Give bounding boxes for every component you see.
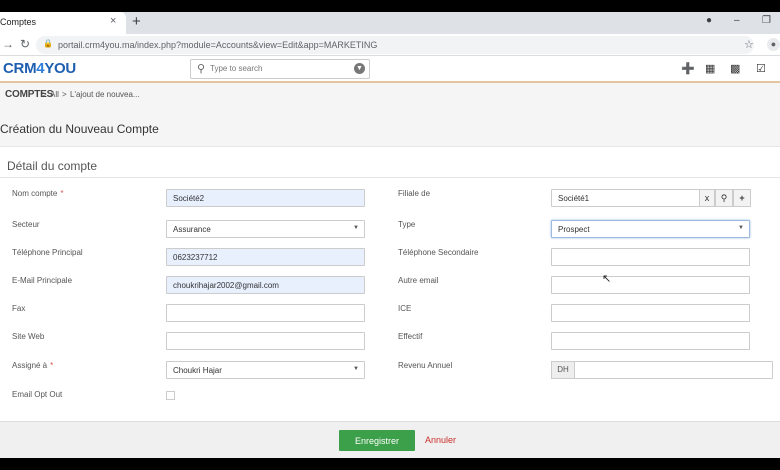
user-icon[interactable]: ● (767, 38, 780, 51)
browser-toolbar: → ↻ 🔒 portail.crm4you.ma/index.php?modul… (0, 34, 780, 56)
nom-compte-input[interactable]: Société2 (166, 189, 365, 207)
search-icon: ⚲ (720, 193, 728, 203)
address-bar[interactable]: 🔒 portail.crm4you.ma/index.php?module=Ac… (36, 36, 754, 54)
type-value: Prospect (558, 225, 590, 234)
secteur-value: Assurance (173, 225, 211, 234)
assigne-label: Assigné à * (12, 361, 54, 370)
search-filiale-button[interactable]: ⚲ (715, 189, 733, 207)
browser-tab[interactable]: Comptes × (0, 12, 126, 34)
type-label: Type (398, 220, 416, 229)
site-web-input[interactable] (166, 332, 365, 350)
tel-principal-value: 0623237712 (173, 253, 218, 262)
save-button[interactable]: Enregistrer (339, 430, 415, 451)
assigne-value: Choukri Hajar (173, 366, 222, 375)
filiale-label: Filiale de (398, 189, 431, 198)
bar-chart-icon[interactable]: ▩ (730, 62, 740, 75)
back-arrow-icon[interactable]: → (2, 37, 14, 51)
site-web-label: Site Web (12, 332, 45, 341)
restore-icon[interactable]: ❐ (762, 15, 771, 26)
tel-principal-label: Téléphone Principal (12, 248, 83, 257)
secteur-select[interactable]: Assurance ▼ (166, 220, 365, 238)
cancel-link[interactable]: Annuler (425, 435, 456, 445)
nom-compte-label: Nom compte * (12, 189, 64, 198)
calendar-icon[interactable]: ▦ (705, 62, 715, 75)
tel-principal-input[interactable]: 0623237712 (166, 248, 365, 266)
search-input[interactable] (210, 64, 350, 73)
logo-text-you: YOU (44, 60, 76, 77)
email-principale-value: choukrihajar2002@gmail.com (173, 281, 279, 290)
account-form: Détail du compte Nom compte * Société2 Fi… (0, 147, 780, 421)
mouse-cursor-icon: ↖ (602, 273, 612, 285)
effectif-input[interactable] (551, 332, 750, 350)
tel-secondaire-input[interactable] (551, 248, 750, 266)
app-header: CRM4YOU ⚲ ▼ ➕ ▦ ▩ ☑ (0, 56, 780, 83)
breadcrumb-separator: > (42, 90, 47, 99)
filiale-input[interactable]: Société1 (551, 189, 700, 207)
logo[interactable]: CRM4YOU (3, 60, 76, 77)
chevron-down-icon[interactable]: ▼ (354, 63, 365, 74)
add-circle-icon[interactable]: ➕ (681, 62, 695, 75)
breadcrumb-all[interactable]: All (50, 90, 59, 99)
chevron-down-icon: ▼ (353, 366, 359, 372)
email-principale-input[interactable]: choukrihajar2002@gmail.com (166, 276, 365, 294)
reload-icon[interactable]: ↻ (20, 37, 30, 51)
email-opt-out-checkbox[interactable] (166, 391, 175, 400)
breadcrumb: COMPTES > All > L'ajout de nouvea... (0, 83, 780, 107)
email-opt-out-label: Email Opt Out (12, 390, 63, 399)
logo-text-crm: CRM (3, 60, 37, 77)
divider (0, 177, 780, 178)
form-footer: Enregistrer Annuler (0, 421, 780, 458)
breadcrumb-separator: > (62, 90, 67, 99)
clear-filiale-button[interactable]: x (699, 189, 715, 207)
chevron-down-icon: ▼ (353, 225, 359, 231)
page-title: Création du Nouveau Compte (0, 122, 159, 136)
task-check-icon[interactable]: ☑ (756, 62, 766, 75)
autre-email-input[interactable] (551, 276, 750, 294)
nom-compte-value: Société2 (173, 194, 205, 203)
tel-secondaire-label: Téléphone Secondaire (398, 248, 479, 257)
add-filiale-button[interactable]: + (733, 189, 751, 207)
chevron-down-icon: ▼ (738, 225, 744, 231)
profile-circle-icon[interactable]: ● (706, 15, 712, 26)
minimize-icon[interactable]: – (734, 15, 740, 26)
browser-tab-title: Comptes (0, 17, 37, 27)
email-principale-label: E-Mail Principale (12, 276, 73, 285)
page-title-bar: Création du Nouveau Compte (0, 107, 780, 147)
new-tab-icon[interactable]: + (132, 13, 141, 30)
assigne-select[interactable]: Choukri Hajar ▼ (166, 361, 365, 379)
ice-label: ICE (398, 304, 412, 313)
close-icon[interactable]: × (110, 15, 116, 27)
url-text: portail.crm4you.ma/index.php?module=Acco… (58, 40, 378, 50)
search-icon: ⚲ (197, 63, 206, 75)
revenu-input[interactable] (574, 361, 773, 379)
autre-email-label: Autre email (398, 276, 439, 285)
lock-icon: 🔒 (43, 39, 53, 48)
filiale-value: Société1 (558, 194, 590, 203)
ice-input[interactable] (551, 304, 750, 322)
required-marker: * (50, 361, 54, 370)
fax-label: Fax (12, 304, 26, 313)
effectif-label: Effectif (398, 332, 423, 341)
section-title: Détail du compte (7, 159, 98, 173)
secteur-label: Secteur (12, 220, 40, 229)
fax-input[interactable] (166, 304, 365, 322)
required-marker: * (60, 189, 64, 198)
type-select[interactable]: Prospect ▼ (551, 220, 750, 238)
global-search: ⚲ ▼ (190, 59, 370, 79)
breadcrumb-current: L'ajout de nouvea... (70, 90, 140, 99)
currency-addon: DH (551, 361, 575, 379)
plus-icon: + (739, 193, 745, 203)
revenu-label: Revenu Annuel (398, 361, 453, 370)
star-icon[interactable]: ☆ (744, 38, 754, 51)
browser-tabstrip: Comptes × + ● – ❐ (0, 12, 780, 34)
